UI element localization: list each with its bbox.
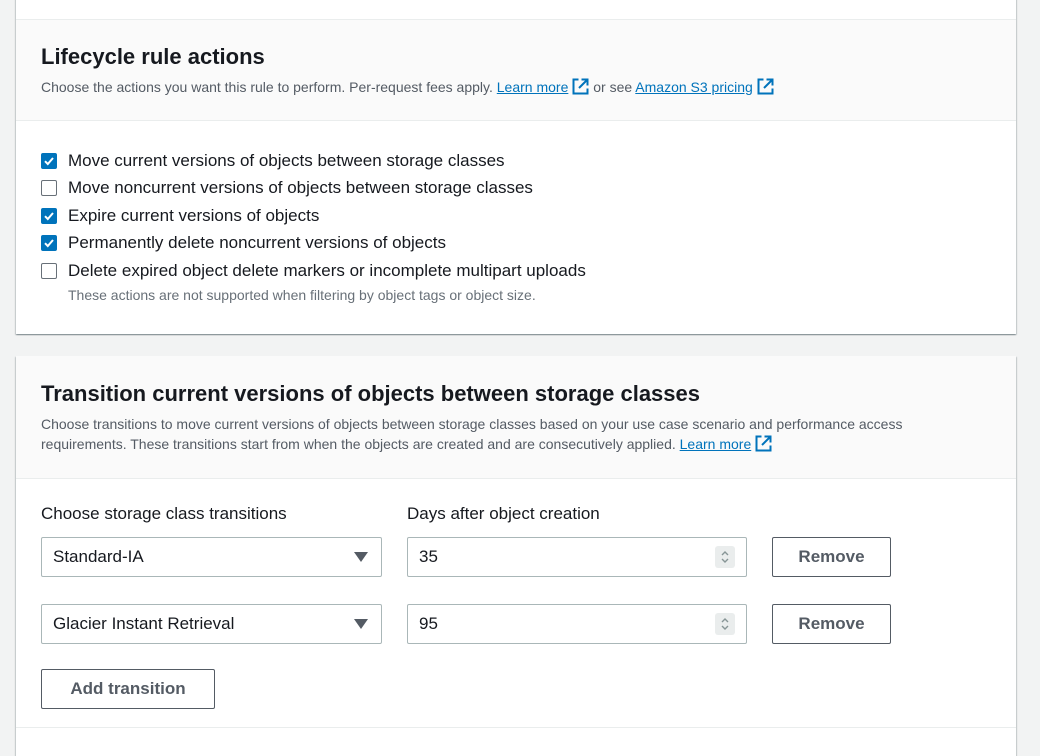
transition-row: Standard-IA 35 Remove: [41, 537, 991, 577]
storage-class-value: Standard-IA: [53, 547, 144, 566]
days-label: Days after object creation: [407, 504, 600, 523]
days-input[interactable]: 95: [407, 604, 747, 644]
checkbox-move-current[interactable]: Move current versions of objects between…: [41, 147, 991, 175]
check-icon: [44, 239, 54, 248]
transitions-panel: Transition current versions of objects b…: [16, 356, 1016, 756]
storage-class-select[interactable]: Glacier Instant Retrieval: [41, 604, 382, 644]
check-icon: [44, 212, 54, 221]
s3-pricing-link[interactable]: Amazon S3 pricing: [635, 79, 753, 95]
storage-class-select[interactable]: Standard-IA: [41, 537, 382, 577]
external-link-icon: [755, 435, 772, 452]
checkbox-label: Move current versions of objects between…: [68, 150, 505, 170]
divider: [16, 727, 1016, 728]
days-value: 95: [419, 614, 438, 633]
transitions-column-labels: Choose storage class transitions Days af…: [41, 501, 991, 527]
storage-class-label: Choose storage class transitions: [41, 504, 287, 523]
transitions-description: Choose transitions to move current versi…: [41, 414, 991, 454]
checkbox-checked[interactable]: [41, 235, 57, 252]
checkbox-unchecked[interactable]: [41, 180, 57, 197]
checkbox-delete-noncurrent[interactable]: Permanently delete noncurrent versions o…: [41, 230, 991, 258]
checkbox-label: Permanently delete noncurrent versions o…: [68, 233, 446, 253]
caret-down-icon: [354, 552, 368, 562]
remove-button[interactable]: Remove: [772, 537, 891, 577]
transitions-form: Choose storage class transitions Days af…: [16, 479, 1016, 709]
add-transition-button[interactable]: Add transition: [41, 669, 215, 709]
checkbox-label: Move noncurrent versions of objects betw…: [68, 178, 533, 198]
check-icon: [44, 157, 54, 166]
lifecycle-actions-panel: Lifecycle rule actions Choose the action…: [16, 0, 1016, 334]
transitions-description-line1: Choose transitions to move current versi…: [41, 416, 903, 432]
days-input[interactable]: 35: [407, 537, 747, 577]
spinner-icon[interactable]: [715, 546, 735, 568]
lifecycle-actions-description: Choose the actions you want this rule to…: [41, 77, 991, 97]
learn-more-link[interactable]: Learn more: [497, 79, 569, 95]
lifecycle-actions-description-text: Choose the actions you want this rule to…: [41, 79, 493, 95]
remove-button[interactable]: Remove: [772, 604, 891, 644]
caret-down-icon: [354, 619, 368, 629]
learn-more-link[interactable]: Learn more: [680, 436, 752, 452]
external-link-icon: [572, 78, 589, 95]
checkbox-move-noncurrent[interactable]: Move noncurrent versions of objects betw…: [41, 175, 991, 203]
checkbox-label: Delete expired object delete markers or …: [68, 260, 586, 280]
storage-class-value: Glacier Instant Retrieval: [53, 614, 235, 633]
checkbox-delete-markers[interactable]: Delete expired object delete markers or …: [41, 257, 991, 285]
checkbox-checked[interactable]: [41, 152, 57, 169]
checkbox-unchecked[interactable]: [41, 262, 57, 279]
checkbox-label: Expire current versions of objects: [68, 205, 320, 225]
transition-row: Glacier Instant Retrieval 95 Remove: [41, 604, 991, 644]
checkbox-expire-current[interactable]: Expire current versions of objects: [41, 202, 991, 230]
transitions-title: Transition current versions of objects b…: [41, 381, 701, 406]
transitions-header: Transition current versions of objects b…: [16, 356, 1016, 479]
external-link-icon: [757, 78, 774, 95]
lifecycle-actions-title: Lifecycle rule actions: [41, 44, 265, 69]
or-see-text: or see: [593, 79, 633, 95]
transitions-description-line2: requirements. These transitions start fr…: [41, 436, 676, 452]
lifecycle-actions-options: Move current versions of objects between…: [16, 121, 1016, 305]
lifecycle-actions-header: Lifecycle rule actions Choose the action…: [16, 19, 1016, 121]
options-hint: These actions are not supported when fil…: [68, 286, 536, 303]
transitions-description-line2-wrap: requirements. These transitions start fr…: [41, 434, 991, 454]
checkbox-checked[interactable]: [41, 207, 57, 224]
days-value: 35: [419, 547, 438, 566]
spinner-icon[interactable]: [715, 613, 735, 635]
